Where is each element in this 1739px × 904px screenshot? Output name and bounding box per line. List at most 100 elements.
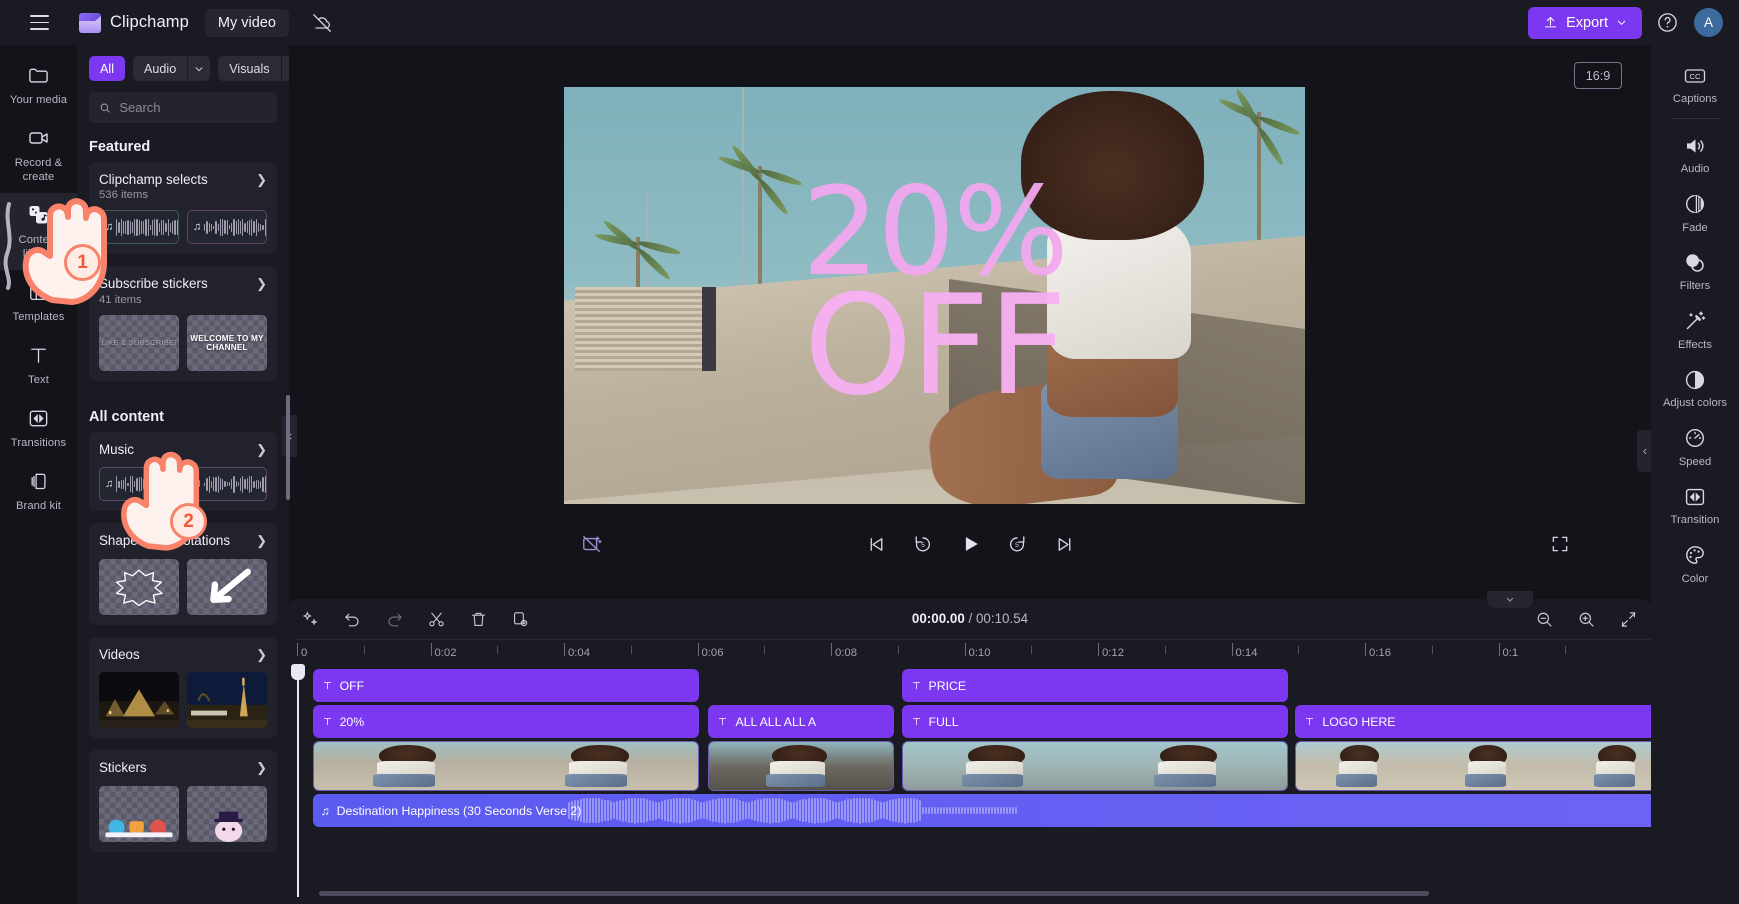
transport-controls: 5 5 [863,531,1077,557]
timeline-clip-text[interactable]: OFF [312,669,699,702]
svg-text:CC: CC [1690,72,1701,81]
audio-thumbnail[interactable]: ♫ [99,210,179,245]
collapse-right-panel-button[interactable] [1637,430,1652,472]
cloud-off-icon[interactable] [309,10,335,36]
timeline-clip-video[interactable] [1295,741,1684,791]
fullscreen-icon[interactable] [1547,531,1573,557]
filters-icon [1683,250,1708,275]
shape-thumbnail-starburst[interactable] [99,558,179,615]
card-clipchamp-selects[interactable]: Clipchamp selects 536 items ❯ ♫ ♫ [89,162,277,255]
ruler-tick-major [564,643,565,656]
sidebar-item-brand-kit[interactable]: Brand kit [0,459,77,522]
music-note-icon: ♫ [105,221,114,234]
sidebar-item-transitions[interactable]: Transitions [0,396,77,459]
rail-item-captions[interactable]: CC Captions [1651,55,1739,113]
card-music[interactable]: Music ❯ ♫ ♫ [89,431,277,512]
sparkle-wand-icon[interactable] [299,608,321,630]
filter-audio-chevron-down-icon[interactable] [188,56,211,81]
export-button[interactable]: Export [1528,6,1642,39]
content-library-panel: All Audio Visuals Featured [77,45,289,904]
help-circle-icon[interactable] [1656,11,1680,35]
sidebar-item-your-media[interactable]: Your media [0,53,77,116]
rewind-5-icon[interactable]: 5 [910,531,936,557]
filter-visuals-chevron-down-icon[interactable] [281,56,289,81]
timeline-clip-audio[interactable]: ♫ Destination Happiness (30 Seconds Vers… [312,794,1684,827]
rail-item-effects[interactable]: Effects [1651,301,1739,359]
skip-to-end-icon[interactable] [1051,531,1077,557]
undo-arrow-icon[interactable] [341,608,363,630]
rail-item-adjust-colors[interactable]: Adjust colors [1651,359,1739,417]
card-videos[interactable]: Videos ❯ [89,636,277,739]
rail-item-filters[interactable]: Filters [1651,242,1739,300]
user-avatar[interactable]: A [1694,8,1723,37]
panel-resize-handle[interactable] [286,395,290,500]
playhead[interactable] [291,664,305,897]
card-thumbnails [99,558,267,615]
chevron-right-icon[interactable]: ❯ [256,646,267,661]
hamburger-menu-icon[interactable] [22,6,56,40]
rail-item-fade[interactable]: Fade [1651,184,1739,242]
card-stickers[interactable]: Stickers ❯ [89,750,277,852]
rail-item-transition[interactable]: Transition [1651,476,1739,534]
sticker-thumbnail[interactable]: WELCOME TO MY CHANNEL [187,314,267,371]
timeline-clip-video[interactable] [901,741,1288,791]
sidebar-item-record-create[interactable]: Record & create [0,116,77,193]
card-subscribe-stickers[interactable]: Subscribe stickers 41 items ❯ LIKE & SUB… [89,266,277,381]
ruler-label: 0:1 [1502,647,1519,659]
chevron-right-icon[interactable]: ❯ [256,171,267,186]
card-thumbnails [99,785,267,842]
timeline-horizontal-scrollbar[interactable] [319,891,1429,896]
audio-thumbnail[interactable]: ♫ [99,467,179,502]
zoom-in-icon[interactable] [1575,608,1597,630]
zoom-out-icon[interactable] [1533,608,1555,630]
duplicate-icon[interactable] [509,608,531,630]
play-icon[interactable] [957,531,983,557]
sticker-thumbnail-emoji[interactable] [99,785,179,842]
rail-item-color[interactable]: Color [1651,535,1739,593]
library-search-box[interactable] [89,92,277,123]
chevron-right-icon[interactable]: ❯ [256,275,267,290]
sidebar-item-templates[interactable]: Templates [0,270,77,333]
video-preview[interactable]: 20% OFF [564,87,1305,504]
sidebar-label: Brand kit [15,500,62,512]
redo-arrow-icon[interactable] [383,608,405,630]
search-input[interactable] [119,100,267,115]
project-name-field[interactable]: My video [204,8,289,37]
filter-visuals[interactable]: Visuals [218,56,281,81]
chevron-right-icon[interactable]: ❯ [256,759,267,774]
sidebar-item-text[interactable]: Text [0,333,77,396]
sidebar-label: Record & create [14,157,63,183]
timeline-clip-video[interactable] [312,741,699,791]
timeline-clip-text[interactable]: PRICE [901,669,1288,702]
timeline-clip-text[interactable]: 20% [312,705,699,738]
trash-icon[interactable] [467,608,489,630]
chevron-right-icon[interactable]: ❯ [256,532,267,547]
audio-thumbnail[interactable]: ♫ [187,210,267,245]
rail-item-speed[interactable]: Speed [1651,418,1739,476]
audio-thumbnail[interactable]: ♫ [187,467,267,502]
folder-icon [27,63,51,87]
filter-audio[interactable]: Audio [133,56,188,81]
timeline-clip-video[interactable] [708,741,894,791]
sticker-thumbnail-character[interactable] [187,785,267,842]
timeline-clip-text[interactable]: LOGO HERE [1295,705,1684,738]
collapse-timeline-button[interactable] [1487,591,1533,608]
fit-to-screen-icon[interactable] [1617,608,1639,630]
timeline-clip-text[interactable]: ALL ALL ALL A [708,705,894,738]
card-thumbnails: LIKE & SUBSCRIBE! WELCOME TO MY CHANNEL [99,314,267,371]
aspect-ratio-button[interactable]: 16:9 [1574,62,1622,89]
filter-all[interactable]: All [89,56,125,81]
palette-icon [1683,543,1708,568]
timeline-clip-text[interactable]: FULL [901,705,1288,738]
skip-to-start-icon[interactable] [863,531,889,557]
video-thumbnail-eiffel[interactable] [187,672,267,729]
sticker-thumbnail[interactable]: LIKE & SUBSCRIBE! [99,314,179,371]
rail-item-audio[interactable]: Audio [1651,125,1739,183]
video-thumbnail-louvre[interactable] [99,672,179,729]
magic-trim-icon[interactable] [579,531,605,557]
forward-5-icon[interactable]: 5 [1004,531,1030,557]
scissors-icon[interactable] [425,608,447,630]
chevron-right-icon[interactable]: ❯ [256,441,267,456]
shape-thumbnail-arrow[interactable] [187,558,267,615]
timeline-ruler[interactable]: 0 0:02 0:04 0:06 0:08 0:10 0:12 0:14 0:16 0:1 [297,639,1651,665]
